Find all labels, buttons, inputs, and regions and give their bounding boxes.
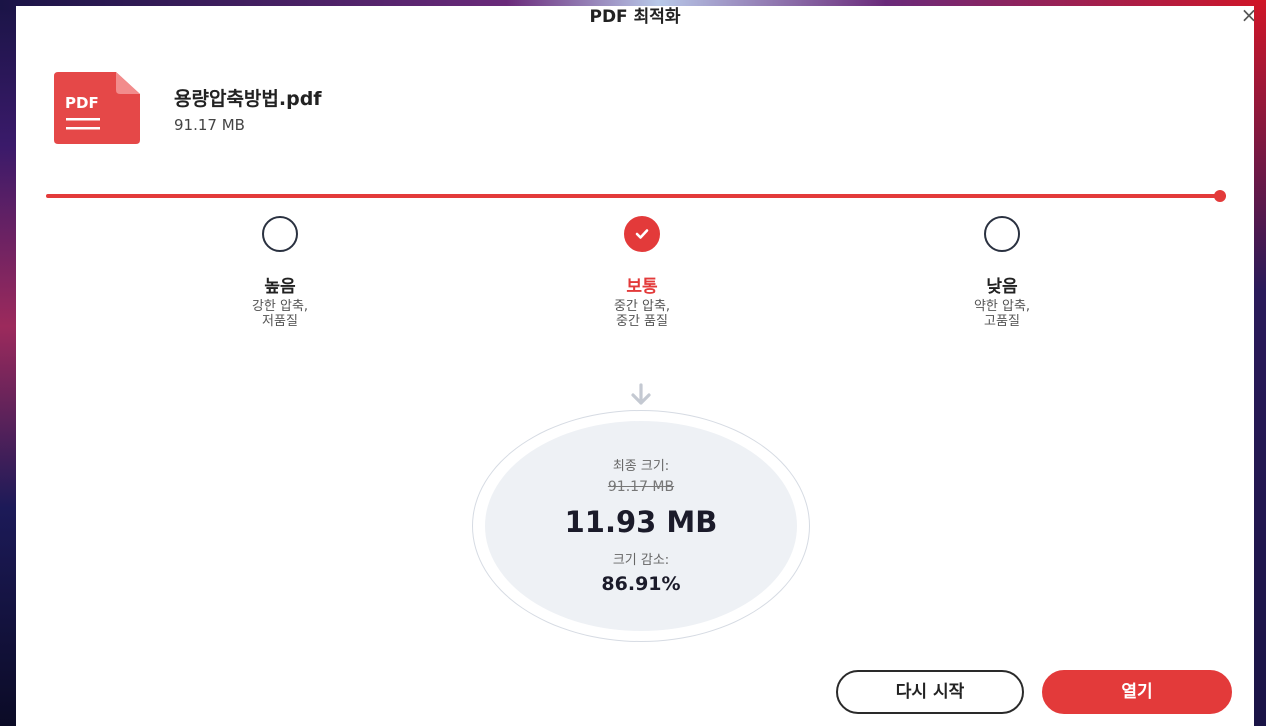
reduction-value: 86.91% bbox=[601, 573, 681, 595]
open-button[interactable]: 열기 bbox=[1042, 670, 1232, 714]
option-high-label: 높음 bbox=[264, 277, 296, 297]
radio-medium[interactable] bbox=[624, 216, 660, 252]
option-high[interactable]: 높음 강한 압축, 저품질 bbox=[200, 216, 360, 329]
arrow-down-icon bbox=[628, 382, 654, 412]
pdf-optimize-dialog: PDF 최적화 × PDF 용량압축방법.pdf 91.17 MB 높음 강한 … bbox=[16, 4, 1257, 726]
original-size-value: 91.17 MB bbox=[607, 479, 675, 495]
pdf-icon-label: PDF bbox=[65, 94, 99, 112]
compression-slider-handle[interactable] bbox=[1214, 190, 1226, 202]
option-medium-desc-line1: 중간 압축, bbox=[613, 299, 671, 314]
option-low-desc-line1: 약한 압축, bbox=[973, 299, 1031, 314]
option-low[interactable]: 낮음 약한 압축, 고품질 bbox=[922, 216, 1082, 329]
compression-slider-track[interactable] bbox=[46, 194, 1226, 198]
final-size-label: 최종 크기: bbox=[612, 459, 670, 474]
option-low-label: 낮음 bbox=[986, 277, 1018, 297]
radio-low[interactable] bbox=[984, 216, 1020, 252]
file-name: 용량압축방법.pdf bbox=[174, 88, 322, 110]
option-medium-label: 보통 bbox=[626, 277, 658, 297]
reduction-label: 크기 감소: bbox=[612, 553, 670, 568]
check-icon bbox=[635, 229, 649, 239]
result-panel: 최종 크기: 91.17 MB 11.93 MB 크기 감소: 86.91% bbox=[472, 410, 810, 642]
option-high-desc-line1: 강한 압축, bbox=[251, 299, 309, 314]
option-low-desc-line2: 고품질 bbox=[984, 314, 1020, 329]
restart-button[interactable]: 다시 시작 bbox=[836, 670, 1024, 714]
pdf-file-icon: PDF bbox=[54, 72, 144, 144]
dialog-title: PDF 최적화 bbox=[589, 7, 681, 27]
background-right-edge bbox=[1254, 0, 1266, 726]
background-left-edge bbox=[0, 0, 16, 726]
option-medium-desc-line2: 중간 품질 bbox=[616, 314, 668, 329]
option-medium[interactable]: 보통 중간 압축, 중간 품질 bbox=[562, 216, 722, 329]
close-button[interactable]: × bbox=[1238, 4, 1260, 26]
file-size: 91.17 MB bbox=[174, 116, 245, 134]
final-size-value: 11.93 MB bbox=[564, 505, 718, 539]
radio-high[interactable] bbox=[262, 216, 298, 252]
option-high-desc-line2: 저품질 bbox=[262, 314, 298, 329]
